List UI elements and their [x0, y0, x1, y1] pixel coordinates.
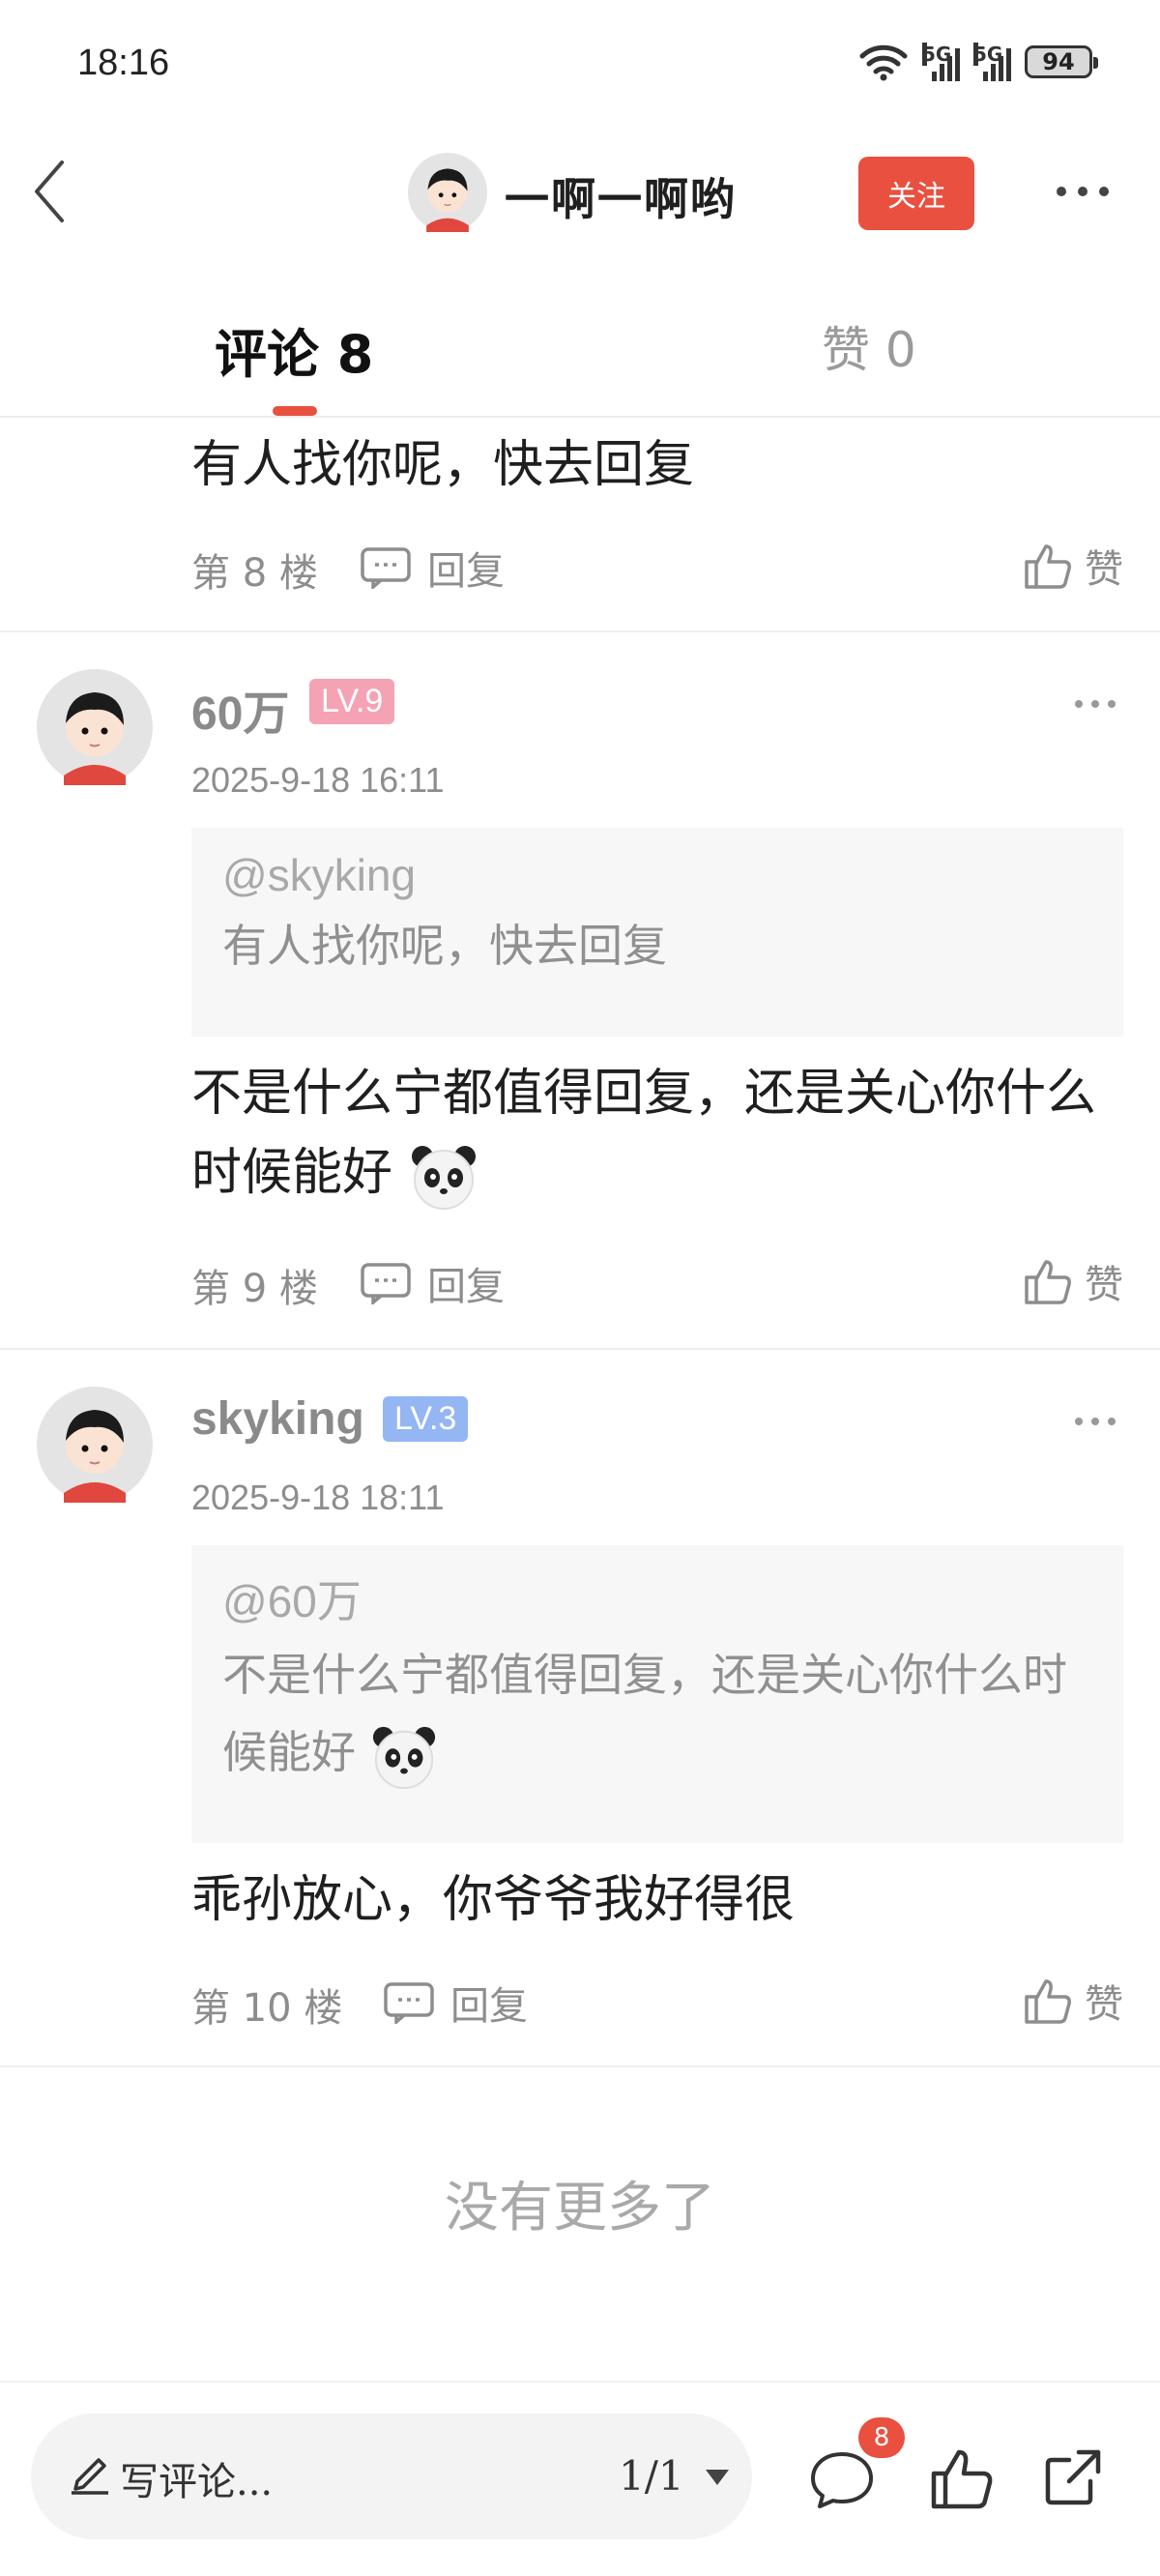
tab-comments[interactable]: 评论 8 [215, 311, 373, 388]
page-indicator[interactable]: 1/1 [619, 2452, 684, 2500]
like-button[interactable]: 赞 [1023, 1253, 1123, 1309]
reply-button[interactable]: 回复 [360, 1255, 505, 1311]
follow-button[interactable]: 关注 [858, 157, 974, 230]
avatar[interactable] [37, 669, 153, 785]
reply-label: 回复 [427, 1265, 505, 1309]
like-label: 赞 [1085, 1982, 1123, 2027]
header-avatar[interactable] [408, 153, 487, 232]
comment-date: 2025-9-18 18:11 [191, 1478, 445, 1517]
avatar[interactable] [37, 1387, 153, 1503]
more-icon[interactable] [1054, 172, 1112, 211]
reply-icon [384, 1982, 434, 2024]
more-options-icon[interactable] [1073, 694, 1117, 714]
comment-date: 2025-9-18 16:11 [191, 760, 445, 800]
panda-emoji-icon [372, 1726, 435, 1789]
tab-indicator [273, 406, 317, 416]
thumbs-up-icon [1025, 544, 1071, 589]
comment-text: 不是什么宁都值得回复，还是关心你什么时候能好 [191, 1054, 1119, 1213]
quoted-comment[interactable]: @60万 不是什么宁都值得回复，还是关心你什么时候能好 [191, 1545, 1123, 1843]
battery-icon: 94 [1025, 45, 1098, 78]
thumbs-up-icon [1025, 1260, 1071, 1304]
quote-username: @skyking [222, 850, 417, 900]
comment-text-content: 不是什么宁都值得回复，还是关心你什么时候能好 [191, 1065, 1097, 1202]
more-options-icon[interactable] [1073, 1412, 1117, 1431]
write-comment-placeholder[interactable]: 写评论... [120, 2450, 273, 2506]
floor-label: 第 8 楼 [191, 551, 318, 596]
level-badge: LV.9 [309, 679, 395, 724]
reply-button[interactable]: 回复 [383, 1975, 528, 2031]
wifi-icon [859, 44, 908, 81]
reply-button[interactable]: 回复 [360, 540, 505, 596]
reply-label: 回复 [427, 549, 505, 594]
back-arrow-icon[interactable] [29, 159, 72, 224]
bottom-divider [0, 2381, 1160, 2383]
quote-username: @60万 [222, 1576, 362, 1626]
comment-text: 有人找你呢，快去回复 [191, 436, 695, 494]
level-badge: LV.3 [383, 1396, 469, 1442]
comment-text: 乖孙放心，你爷爷我好得很 [191, 1871, 796, 1929]
no-more-label: 没有更多了 [445, 2177, 715, 2239]
status-icons: 5G 5G 94 [858, 43, 1098, 81]
signal-icon-2: 5G [973, 43, 1011, 81]
thumbs-up-icon[interactable] [928, 2444, 996, 2512]
panda-emoji-icon [411, 1146, 476, 1210]
like-label: 赞 [1085, 547, 1123, 592]
pencil-icon [72, 2458, 108, 2495]
username[interactable]: skyking [191, 1392, 364, 1446]
status-time: 18:16 [77, 43, 170, 83]
divider [0, 630, 1160, 632]
divider [0, 1348, 1160, 1350]
share-icon[interactable] [1040, 2443, 1108, 2510]
quote-text: 有人找你呢，快去回复 [222, 920, 667, 972]
quote-text-content: 不是什么宁都值得回复，还是关心你什么时候能好 [222, 1649, 1067, 1778]
like-button[interactable]: 赞 [1023, 538, 1123, 594]
caret-down-icon[interactable] [704, 2468, 731, 2487]
floor-label: 第 9 楼 [191, 1267, 318, 1311]
reply-icon [361, 1263, 411, 1304]
signal-2-label: 5G [973, 43, 1003, 66]
thumbs-up-icon [1025, 1979, 1071, 2024]
signal-icon-1: 5G [922, 43, 960, 81]
comment-count-badge: 8 [858, 2417, 905, 2458]
reply-icon [361, 547, 411, 589]
like-button[interactable]: 赞 [1023, 1973, 1123, 2029]
like-label: 赞 [1085, 1263, 1123, 1307]
comment-bubble-icon[interactable] [808, 2446, 876, 2514]
quoted-comment[interactable]: @skyking 有人找你呢，快去回复 [191, 828, 1123, 1037]
tab-divider [0, 416, 1160, 418]
username[interactable]: 60万 [191, 675, 289, 743]
header-username[interactable]: 一啊一啊哟 [505, 164, 737, 228]
quote-text: 不是什么宁都值得回复，还是关心你什么时候能好 [222, 1636, 1092, 1791]
floor-label: 第 10 楼 [191, 1986, 343, 2031]
signal-1-label: 5G [922, 43, 952, 66]
divider [0, 2065, 1160, 2067]
reply-label: 回复 [450, 1984, 528, 2029]
tab-likes[interactable]: 赞 0 [822, 311, 916, 381]
